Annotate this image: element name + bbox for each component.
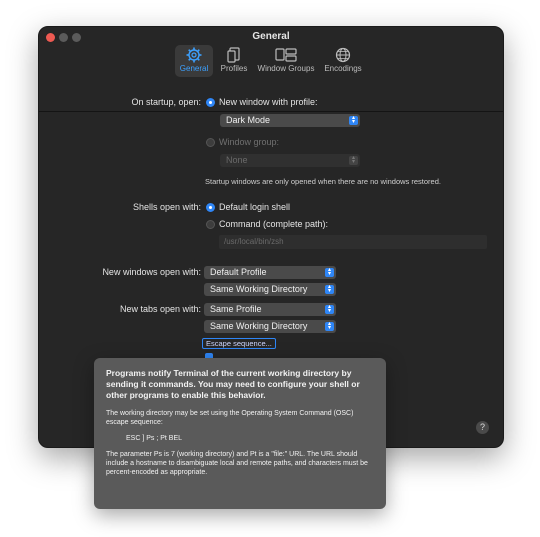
new-tabs-profile-value: Same Profile: [210, 304, 262, 314]
globe-icon: [335, 47, 351, 63]
command-path-placeholder: /usr/local/bin/zsh: [224, 237, 284, 246]
gear-icon: [186, 47, 202, 63]
tooltip-heading: Programs notify Terminal of the current …: [106, 368, 360, 400]
chevron-updown-icon: ▴ ▾: [325, 267, 334, 277]
tab-encodings-label: Encodings: [324, 64, 362, 73]
default-shell-radio[interactable]: [206, 203, 215, 212]
window-group-value: None: [226, 155, 248, 165]
tooltip-paragraph-2: The parameter Ps is 7 (working directory…: [106, 451, 368, 476]
new-windows-label: New windows open with:: [102, 267, 201, 277]
tab-profiles-label: Profiles: [220, 64, 248, 73]
new-windows-directory-value: Same Working Directory: [210, 284, 308, 294]
new-tabs-directory-value: Same Working Directory: [210, 321, 308, 331]
new-window-option-label: New window with profile:: [219, 97, 318, 107]
new-windows-directory-select[interactable]: Same Working Directory ▴ ▾: [204, 283, 336, 296]
new-tabs-profile-select[interactable]: Same Profile ▴ ▾: [204, 303, 336, 316]
new-windows-profile-value: Default Profile: [210, 267, 267, 277]
tab-general[interactable]: General: [175, 45, 213, 77]
command-shell-option-label: Command (complete path):: [219, 219, 329, 229]
chevron-updown-icon: ▴ ▾: [349, 115, 358, 125]
chevron-updown-icon: ▴ ▾: [349, 155, 358, 165]
profiles-icon: [227, 47, 240, 63]
help-button[interactable]: ?: [476, 421, 489, 434]
command-path-field[interactable]: /usr/local/bin/zsh: [219, 235, 487, 249]
new-window-radio[interactable]: [206, 98, 215, 107]
startup-profile-select[interactable]: Dark Mode ▴ ▾: [220, 114, 360, 127]
escape-sequence-tooltip: Programs notify Terminal of the current …: [94, 358, 386, 509]
new-windows-profile-select[interactable]: Default Profile ▴ ▾: [204, 266, 336, 279]
window-title: General: [252, 31, 290, 42]
window-groups-icon: [275, 48, 297, 62]
tab-encodings[interactable]: Encodings: [321, 45, 365, 73]
new-tabs-label: New tabs open with:: [119, 304, 201, 314]
tab-window-groups-label: Window Groups: [257, 64, 315, 73]
startup-profile-value: Dark Mode: [226, 115, 271, 125]
default-shell-option-label: Default login shell: [219, 202, 291, 212]
tab-general-label: General: [179, 64, 209, 73]
command-shell-radio[interactable]: [206, 220, 215, 229]
shells-label: Shells open with:: [132, 202, 201, 212]
startup-note: Startup windows are only opened when the…: [205, 177, 441, 186]
chevron-updown-icon: ▴ ▾: [325, 321, 334, 331]
escape-sequence-button[interactable]: Escape sequence...: [202, 338, 276, 349]
new-tabs-directory-select[interactable]: Same Working Directory ▴ ▾: [204, 320, 336, 333]
tooltip-code: ESC ] Ps ; Pt BEL: [126, 435, 183, 442]
window-group-option-label: Window group:: [219, 137, 280, 147]
startup-label: On startup, open:: [131, 97, 201, 107]
chevron-updown-icon: ▴ ▾: [325, 304, 334, 314]
tab-window-groups[interactable]: Window Groups: [255, 45, 317, 73]
tab-profiles[interactable]: Profiles: [217, 45, 251, 73]
tooltip-paragraph-1: The working directory may be set using t…: [106, 410, 354, 426]
window-group-select[interactable]: None ▴ ▾: [220, 154, 360, 167]
window-group-radio[interactable]: [206, 138, 215, 147]
chevron-updown-icon: ▴ ▾: [325, 284, 334, 294]
